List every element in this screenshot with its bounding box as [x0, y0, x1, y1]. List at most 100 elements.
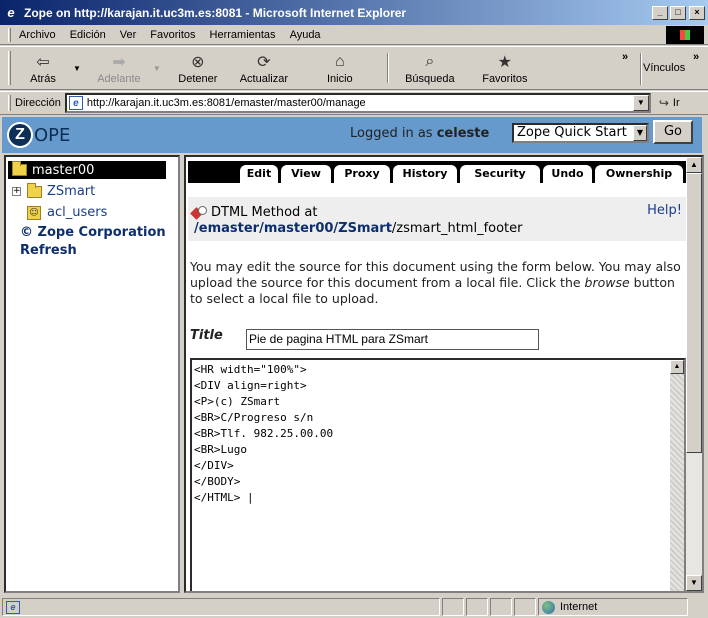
scroll-down-icon[interactable]: ▼ [686, 575, 702, 591]
tree-item-zsmart[interactable]: + ZSmart [12, 182, 95, 199]
address-dropdown-icon[interactable]: ▼ [632, 95, 649, 111]
frame-scrollbar[interactable]: ▲ ▼ [686, 157, 702, 591]
breadcrumb: /emaster/master00/ZSmart/zsmart_html_foo… [194, 221, 523, 236]
status-cell [442, 598, 464, 616]
window-title: Zope on http://karajan.it.uc3m.es:8081 -… [24, 5, 407, 20]
help-link[interactable]: Help! [647, 203, 682, 218]
editor-scrollbar[interactable]: ▲ [670, 360, 684, 591]
maximize-button[interactable]: □ [670, 5, 686, 20]
ie-logo-icon: e [7, 5, 15, 20]
object-type-label: DTML Method at [211, 205, 318, 220]
dtml-method-icon [192, 206, 207, 219]
forward-arrow-icon: ➡ [112, 54, 126, 71]
menu-bar: Archivo Edición Ver Favoritos Herramient… [0, 25, 708, 45]
breadcrumb-zsmart[interactable]: /ZSmart [333, 221, 391, 236]
login-status: Logged in as celeste [350, 126, 489, 141]
tab-security[interactable]: Security [460, 165, 540, 183]
back-arrow-icon: ⇦ [36, 54, 50, 71]
title-input[interactable]: Pie de pagina HTML para ZSmart [246, 329, 539, 350]
quick-start-select[interactable]: Zope Quick Start ▼ [512, 123, 649, 143]
close-button[interactable]: × [689, 5, 705, 20]
security-zone-label: Internet [560, 601, 598, 613]
expand-icon[interactable]: + [12, 187, 21, 196]
user-folder-icon: ☺ [27, 205, 41, 220]
windows-logo-icon [666, 26, 704, 44]
logged-in-user: celeste [436, 126, 490, 141]
back-button[interactable]: ⇦ Atrás [17, 47, 69, 89]
refresh-link[interactable]: Refresh [20, 243, 77, 258]
links-more-chevron[interactable]: » [693, 51, 699, 63]
favorites-star-icon: ★ [497, 54, 513, 71]
menu-herramientas[interactable]: Herramientas [210, 29, 276, 41]
tab-view[interactable]: View [281, 165, 331, 183]
favorites-label: Favoritos [482, 73, 528, 85]
refresh-button[interactable]: ⟳ Actualizar [227, 47, 301, 89]
refresh-label: Actualizar [239, 73, 288, 85]
menu-edicion[interactable]: Edición [70, 29, 106, 41]
zope-header: Z OPE Logged in as celeste Zope Quick St… [2, 117, 702, 153]
scroll-thumb[interactable] [686, 173, 702, 453]
zope-logo[interactable]: Z OPE [7, 122, 70, 148]
folder-icon [12, 161, 27, 176]
forward-button[interactable]: ➡ Adelante [89, 47, 149, 89]
back-dropdown-icon[interactable]: ▼ [73, 47, 81, 89]
status-cell [466, 598, 488, 616]
home-button[interactable]: ⌂ Inicio [301, 47, 379, 89]
source-content[interactable]: <HR width="100%"> <DIV align=right> <P>(… [194, 362, 333, 506]
logged-in-prefix: Logged in as [350, 126, 433, 141]
tree-item-acl-users[interactable]: ☺ acl_users [27, 205, 107, 220]
tab-proxy[interactable]: Proxy [334, 165, 390, 183]
title-field-label: Title [190, 328, 223, 343]
status-bar: e Internet [0, 596, 708, 618]
go-button[interactable]: ↪ Ir [659, 96, 680, 110]
breadcrumb-master00[interactable]: /master00 [259, 221, 333, 236]
forward-dropdown-icon[interactable]: ▼ [153, 47, 161, 89]
breadcrumb-current: /zsmart_html_footer [391, 221, 523, 236]
go-arrow-icon: ↪ [658, 96, 669, 110]
editor-scroll-up-icon[interactable]: ▲ [670, 360, 684, 374]
favorites-button[interactable]: ★ Favoritos [463, 47, 547, 89]
menu-ver[interactable]: Ver [120, 29, 137, 41]
status-text-cell: e [2, 598, 440, 616]
search-label: Búsqueda [405, 73, 455, 85]
minimize-button[interactable]: _ [652, 5, 668, 20]
search-icon: ⌕ [425, 53, 435, 70]
addressbar-grip[interactable] [8, 95, 11, 111]
tab-history[interactable]: History [393, 165, 457, 183]
standard-toolbar: ⇦ Atrás ▼ ➡ Adelante ▼ ⊗ Detener ⟳ Actua… [0, 46, 708, 90]
stop-button[interactable]: ⊗ Detener [169, 47, 227, 89]
tree-item-label[interactable]: ZSmart [47, 184, 95, 199]
home-label: Inicio [327, 73, 353, 85]
security-zone-cell: Internet [538, 598, 688, 616]
toolbar-separator [386, 53, 389, 83]
breadcrumb-emaster[interactable]: /emaster [194, 221, 259, 236]
window-titlebar[interactable]: e Zope on http://karajan.it.uc3m.es:8081… [0, 0, 708, 25]
back-label: Atrás [30, 73, 56, 85]
tree-item-label[interactable]: acl_users [47, 205, 107, 220]
address-url[interactable]: http://karajan.it.uc3m.es:8081/emaster/m… [87, 97, 366, 109]
zope-go-button[interactable]: Go [653, 120, 693, 144]
instructions-text: You may edit the source for this documen… [190, 259, 688, 307]
menu-archivo[interactable]: Archivo [19, 29, 56, 41]
object-path-header: DTML Method at Help! /emaster/master00/Z… [188, 197, 686, 241]
toolbar-more-chevron[interactable]: » [622, 51, 628, 63]
tree-root-label[interactable]: master00 [32, 163, 94, 178]
menu-favoritos[interactable]: Favoritos [150, 29, 195, 41]
tab-edit[interactable]: Edit [240, 165, 278, 183]
quick-start-dropdown-icon[interactable]: ▼ [633, 125, 647, 141]
links-label[interactable]: Vínculos [643, 62, 685, 74]
management-tabs: Edit View Proxy History Security Undo Ow… [188, 161, 686, 183]
toolbar-grip[interactable] [8, 51, 11, 85]
menubar-grip[interactable] [8, 27, 11, 42]
search-button[interactable]: ⌕ Búsqueda [397, 47, 463, 89]
tree-root-master00[interactable]: master00 [8, 161, 166, 179]
zope-corporation-link[interactable]: © Zope Corporation [20, 225, 166, 240]
scroll-up-icon[interactable]: ▲ [686, 157, 702, 173]
forward-label: Adelante [97, 73, 141, 85]
tab-ownership[interactable]: Ownership [595, 165, 683, 183]
address-input[interactable]: e http://karajan.it.uc3m.es:8081/emaster… [64, 93, 651, 113]
menu-ayuda[interactable]: Ayuda [290, 29, 321, 41]
tab-undo[interactable]: Undo [543, 165, 592, 183]
navigation-tree-frame: master00 + ZSmart ☺ acl_users © Zope Cor… [4, 155, 180, 593]
source-textarea[interactable]: <HR width="100%"> <DIV align=right> <P>(… [190, 358, 686, 591]
